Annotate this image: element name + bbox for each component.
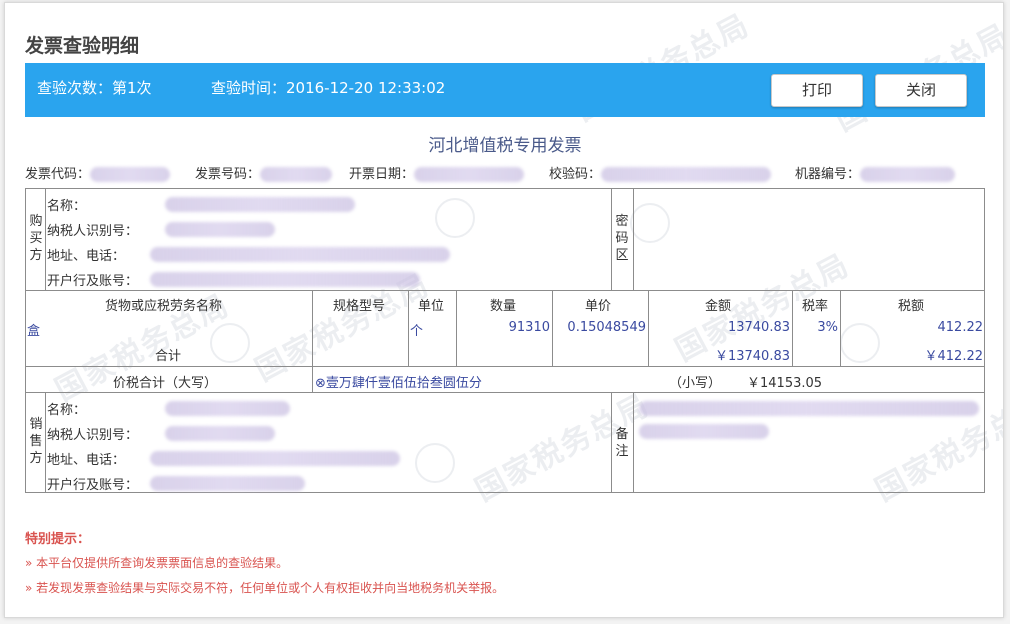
redacted-value — [860, 167, 956, 182]
check-code-field: 校验码： — [549, 163, 772, 182]
col-header-spec: 规格型号 — [333, 299, 386, 314]
invoice-code-label: 发票代码： — [25, 167, 91, 182]
check-code-label: 校验码： — [549, 167, 602, 182]
machine-number-field: 机器编号： — [795, 163, 956, 182]
redacted-value — [414, 167, 525, 182]
close-button[interactable]: 关闭 — [875, 74, 967, 107]
col-header-price: 单价 — [585, 299, 612, 314]
code-area-label: 密码区 — [615, 214, 629, 263]
item-price: 0.15048549 — [567, 320, 646, 335]
invoice-date-label: 开票日期： — [349, 167, 415, 182]
redacted-value — [639, 401, 979, 416]
invoice-number-label: 发票号码： — [195, 167, 261, 182]
seller-name-label: 名称： — [47, 403, 87, 418]
sum-lower-value: ￥14153.05 — [747, 376, 823, 391]
item-amount: 13740.83 — [727, 320, 790, 335]
invoice-title: 河北增值税专用发票 — [428, 136, 582, 156]
buyer-side-label: 购买方 — [29, 214, 43, 263]
item-rate: 3% — [817, 320, 838, 335]
col-header-amount: 金额 — [705, 299, 732, 314]
col-header-name: 货物或应税劳务名称 — [105, 299, 223, 314]
remark-label: 备注 — [615, 427, 629, 459]
redacted-value — [90, 167, 171, 182]
page-title: 发票查验明细 — [25, 35, 140, 57]
col-header-tax: 税额 — [898, 299, 925, 314]
redacted-value — [601, 167, 772, 182]
col-header-quantity: 数量 — [490, 299, 517, 314]
col-header-rate: 税率 — [802, 299, 829, 314]
redacted-value — [150, 272, 420, 287]
check-count: 查验次数：第1次 — [37, 79, 152, 97]
tip-item: » 若发现发票查验结果与实际交易不符，任何单位或个人有权拒收并向当地税务机关举报… — [25, 581, 505, 595]
invoice-number-field: 发票号码： — [195, 163, 333, 182]
redacted-value — [165, 401, 290, 416]
buyer-name-label: 名称： — [47, 199, 87, 214]
print-button[interactable]: 打印 — [771, 74, 863, 107]
info-bar: 查验次数：第1次 查验时间：2016-12-20 12:33:02 打印 关闭 — [25, 63, 985, 117]
total-amount: ￥13740.83 — [714, 349, 790, 364]
buyer-bank-label: 开户行及账号： — [47, 274, 139, 289]
sum-upper-value: ⊗壹万肆仟壹佰伍拾叁圆伍分 — [315, 376, 482, 391]
seller-taxid-label: 纳税人识别号： — [47, 428, 139, 443]
redacted-value — [260, 167, 333, 182]
item-name: 盒 — [27, 324, 41, 339]
invoice-date-field: 开票日期： — [349, 163, 525, 182]
redacted-value — [150, 247, 450, 262]
tips-title: 特别提示： — [25, 532, 91, 547]
sum-lower-label: （小写） — [669, 376, 722, 391]
buyer-taxid-label: 纳税人识别号： — [47, 224, 139, 239]
check-time: 查验时间：2016-12-20 12:33:02 — [211, 79, 446, 97]
seller-bank-label: 开户行及账号： — [47, 478, 139, 493]
invoice-detail-panel: 国家税务总局 国家税务总局 国家税务总局 国家税务总局 国家税务总局 国家税务总… — [4, 2, 1004, 618]
item-unit: 个 — [410, 324, 424, 339]
redacted-value — [165, 197, 355, 212]
seller-side-label: 销售方 — [29, 417, 43, 466]
tip-item: » 本平台仅提供所查询发票票面信息的查验结果。 — [25, 556, 289, 570]
redacted-value — [639, 424, 769, 439]
total-tax: ￥412.22 — [924, 349, 984, 364]
item-tax: 412.22 — [937, 320, 984, 335]
invoice-code-field: 发票代码： — [25, 163, 171, 182]
sum-upper-label: 价税合计（大写） — [113, 376, 218, 391]
total-label: 合计 — [155, 349, 182, 364]
machine-number-label: 机器编号： — [795, 167, 861, 182]
seller-address-label: 地址、电话： — [47, 453, 126, 468]
redacted-value — [150, 451, 400, 466]
redacted-value — [165, 426, 275, 441]
item-quantity: 91310 — [508, 320, 550, 335]
redacted-value — [150, 476, 305, 491]
buyer-address-label: 地址、电话： — [47, 249, 126, 264]
redacted-value — [165, 222, 275, 237]
col-header-unit: 单位 — [418, 299, 445, 314]
